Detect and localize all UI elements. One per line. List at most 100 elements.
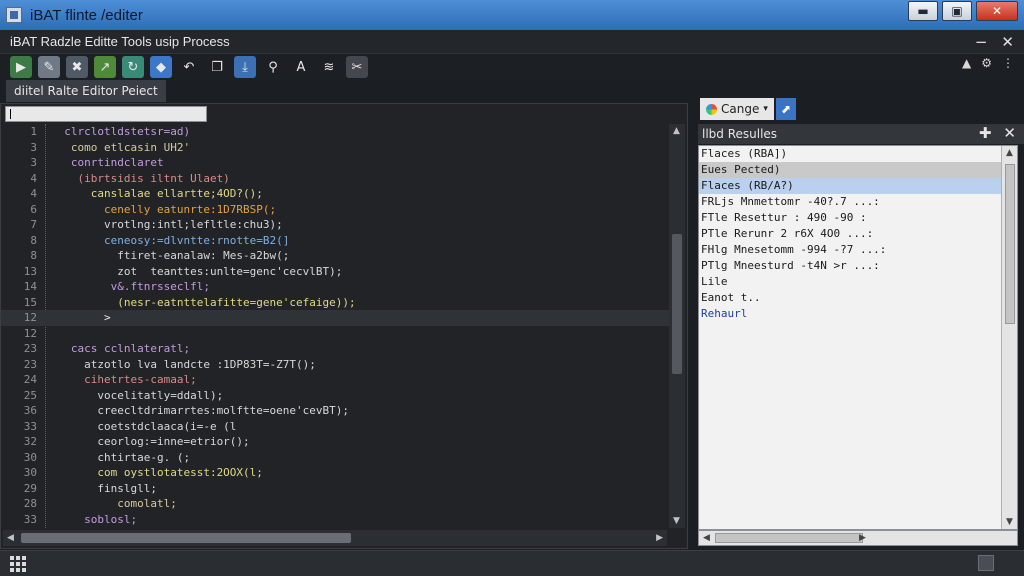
code-text[interactable]: cenelly eatunrte:1D7RBSP(; xyxy=(51,202,276,218)
code-line[interactable]: 1 clrclotldstetsr=ad) xyxy=(1,124,669,140)
code-line[interactable]: 30 chtirtae-g. (; xyxy=(1,450,669,466)
code-text[interactable]: ceneosy:=dlvntte:rnotte=B2(] xyxy=(51,233,289,249)
code-line[interactable]: 3 como etlcasin UH2' xyxy=(1,140,669,156)
editor-vertical-scrollbar[interactable]: ▲ ▼ xyxy=(669,124,685,528)
code-area[interactable]: 1 clrclotldstetsr=ad) 3 como etlcasin UH2… xyxy=(1,124,669,528)
code-line[interactable]: 15 (nesr-eatnttelafitte=gene'cefaige)); xyxy=(1,295,669,311)
status-indicator[interactable] xyxy=(978,555,994,571)
results-vertical-scrollbar[interactable]: ▲ ▼ xyxy=(1001,146,1017,529)
tab-cursor[interactable]: ⬈ xyxy=(776,98,796,120)
more-options-icon[interactable]: ⋮ xyxy=(1002,56,1014,70)
code-line[interactable]: 32 ceorlog:=inne=etrior(); xyxy=(1,434,669,450)
code-text[interactable]: (nesr-eatnttelafitte=gene'cefaige)); xyxy=(51,295,355,311)
cancel-icon[interactable]: ✖ xyxy=(66,56,88,78)
code-text[interactable]: finslgll; xyxy=(51,481,157,497)
results-scroll-down-icon[interactable]: ▼ xyxy=(1006,517,1013,527)
code-text[interactable]: cacs cclnlateratl; xyxy=(51,341,190,357)
code-line[interactable]: 33 soblosl; xyxy=(1,512,669,528)
code-text[interactable]: zot teanttes:unlte=genc'cecvlBT); xyxy=(51,264,342,280)
collapse-up-icon[interactable]: ▲ xyxy=(962,56,971,70)
close-icon[interactable]: ✕ xyxy=(1003,124,1016,142)
code-line[interactable]: 13 > > xyxy=(1,527,669,528)
code-line[interactable]: 4 canslalae ellartte;4OD?(); xyxy=(1,186,669,202)
code-line[interactable]: 12 > xyxy=(1,310,669,326)
code-text[interactable]: vocelitatly=ddall); xyxy=(51,388,223,404)
code-line[interactable]: 29 finslgll; xyxy=(1,481,669,497)
result-row[interactable]: PTle Rerunr 2 r6X 4O0 ...: xyxy=(699,226,1017,242)
result-row[interactable]: Lile xyxy=(699,274,1017,290)
tools-icon[interactable]: ✂ xyxy=(346,56,368,78)
editor-vscroll-thumb[interactable] xyxy=(672,234,682,374)
code-text[interactable]: atzotlo lva landcte :1DP83T=-Z7T(); xyxy=(51,357,316,373)
code-line[interactable]: 36 creecltdrimarrtes:molftte=oene'cevBT)… xyxy=(1,403,669,419)
result-row[interactable]: Flaces (RB/A?) xyxy=(699,178,1017,194)
code-line[interactable]: 33 coetstdclaaca(i=-e (l xyxy=(1,419,669,435)
result-row[interactable]: Rehaurl xyxy=(699,306,1017,322)
result-row[interactable]: FHlg Mnesetomm -994 -?7 ...: xyxy=(699,242,1017,258)
text-icon[interactable]: A xyxy=(290,56,312,78)
code-text[interactable]: vrotlng:intl;lefltle:chu3); xyxy=(51,217,283,233)
code-line[interactable]: 8 ceneosy:=dlvntte:rnotte=B2(] xyxy=(1,233,669,249)
results-vscroll-thumb[interactable] xyxy=(1005,164,1015,324)
search-icon[interactable]: ⚲ xyxy=(262,56,284,78)
editor-path-input[interactable] xyxy=(5,106,207,122)
grid-menu-icon[interactable] xyxy=(10,556,26,572)
code-line[interactable]: 6 cenelly eatunrte:1D7RBSP(; xyxy=(1,202,669,218)
panel-close-button[interactable]: ✕ xyxy=(1001,33,1014,51)
code-text[interactable]: v&.ftnrsseclfl; xyxy=(51,279,210,295)
code-text[interactable]: coetstdclaaca(i=-e (l xyxy=(51,419,236,435)
code-line[interactable]: 12 xyxy=(1,326,669,342)
code-text[interactable]: creecltdrimarrtes:molftte=oene'cevBT); xyxy=(51,403,349,419)
refresh-icon[interactable]: ↻ xyxy=(122,56,144,78)
tab-cange[interactable]: Cange ▾ xyxy=(700,98,774,120)
result-row[interactable]: Eues Pected) xyxy=(699,162,1017,178)
close-button[interactable]: ✕ xyxy=(976,1,1018,21)
results-horizontal-scrollbar[interactable]: ◀ ▶ xyxy=(698,530,1018,546)
settings-icon[interactable]: ≋ xyxy=(318,56,340,78)
code-text[interactable]: como etlcasin UH2' xyxy=(51,140,190,156)
code-text[interactable]: > xyxy=(51,310,111,326)
code-line[interactable]: 24 cihetrtes-camaal; xyxy=(1,372,669,388)
scroll-right-icon[interactable]: ▶ xyxy=(656,533,663,543)
code-line[interactable]: 13 zot teanttes:unlte=genc'cecvlBT); xyxy=(1,264,669,280)
code-line[interactable]: 8 ftiret-eanalaw: Mes-a2bw(; xyxy=(1,248,669,264)
tab-editor-project[interactable]: diitel Ralte Editor Peiect xyxy=(6,80,166,102)
scroll-down-icon[interactable]: ▼ xyxy=(673,516,680,526)
code-line[interactable]: 30 com oystlotatesst:2OOX(l; xyxy=(1,465,669,481)
run-icon[interactable]: ▶ xyxy=(10,56,32,78)
edit-icon[interactable]: ✎ xyxy=(38,56,60,78)
chart-icon[interactable]: ↗ xyxy=(94,56,116,78)
result-row[interactable]: FRLjs Mnmettomr -40?.7 ...: xyxy=(699,194,1017,210)
code-text[interactable]: (ibrtsidis iltnt Ulaet) xyxy=(51,171,229,187)
minimize-button[interactable]: ▬ xyxy=(908,1,938,21)
maximize-button[interactable]: ▣ xyxy=(942,1,972,21)
code-line[interactable]: 4 (ibrtsidis iltnt Ulaet) xyxy=(1,171,669,187)
add-icon[interactable]: ✚ xyxy=(979,124,992,142)
code-text[interactable]: chtirtae-g. (; xyxy=(51,450,190,466)
results-scroll-left-icon[interactable]: ◀ xyxy=(703,533,710,543)
result-row[interactable]: Flaces (RBA]) xyxy=(699,146,1017,162)
export-icon[interactable]: ⤓ xyxy=(234,56,256,78)
code-editor[interactable]: 1 clrclotldstetsr=ad) 3 como etlcasin UH2… xyxy=(0,103,688,549)
code-text[interactable]: cihetrtes-camaal; xyxy=(51,372,197,388)
code-text[interactable]: soblosl; xyxy=(51,512,137,528)
editor-horizontal-scrollbar[interactable]: ◀ ▶ xyxy=(3,530,667,546)
code-text[interactable]: canslalae ellartte;4OD?(); xyxy=(51,186,263,202)
code-text[interactable]: ftiret-eanalaw: Mes-a2bw(; xyxy=(51,248,289,264)
editor-hscroll-thumb[interactable] xyxy=(21,533,351,543)
result-row[interactable]: Eanot t.. xyxy=(699,290,1017,306)
code-text[interactable]: clrclotldstetsr=ad) xyxy=(51,124,190,140)
results-scroll-mid-icon[interactable]: ▶ xyxy=(859,533,866,543)
code-line[interactable]: 23 cacs cclnlateratl; xyxy=(1,341,669,357)
result-row[interactable]: FTle Resettur : 490 -90 : xyxy=(699,210,1017,226)
panel-minimize-button[interactable]: − xyxy=(975,33,988,51)
scroll-up-icon[interactable]: ▲ xyxy=(673,126,680,136)
code-text[interactable]: > > xyxy=(51,527,117,528)
results-hscroll-thumb[interactable] xyxy=(715,533,863,543)
map-icon[interactable]: ◆ xyxy=(150,56,172,78)
code-text[interactable]: comolatl; xyxy=(51,496,177,512)
code-line[interactable]: 28 comolatl; xyxy=(1,496,669,512)
copy-icon[interactable]: ❐ xyxy=(206,56,228,78)
result-row[interactable]: PTlg Mneesturd -t4N >r ...: xyxy=(699,258,1017,274)
code-text[interactable]: com oystlotatesst:2OOX(l; xyxy=(51,465,263,481)
